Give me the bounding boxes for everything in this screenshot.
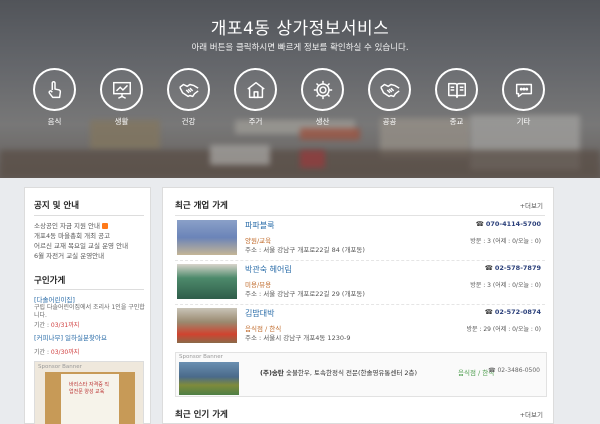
popular-shops-title: 최근 인기 가게 xyxy=(175,410,228,420)
shop-thumbnail xyxy=(177,220,237,255)
category-label: 음식 xyxy=(47,117,62,126)
notice-item-label: 어르신 교재 목요일 교실 운영 안내 xyxy=(34,242,129,250)
divider xyxy=(34,215,144,216)
shop-item[interactable]: 김밥대박 음식점 / 한식 주소 : 서울시 강남구 개포4동 1230-9 ☎… xyxy=(175,307,545,347)
phone-icon: ☎ xyxy=(484,264,493,272)
phone-icon: ☎ xyxy=(475,220,484,228)
divider xyxy=(175,215,545,216)
category-public[interactable]: 공공 xyxy=(368,68,411,127)
shop-name[interactable]: 박관숙 헤어림 xyxy=(245,264,292,275)
sponsor-label: Sponsor Banner xyxy=(38,364,82,370)
category-label: 기타 xyxy=(516,117,531,126)
divider xyxy=(175,260,545,261)
shop-phone: ☎ 070-4114-5700 xyxy=(475,220,541,228)
category-housing[interactable]: 주거 xyxy=(234,68,277,127)
divider xyxy=(34,289,144,290)
sponsor-phone: ☎ 02-3486-0500 xyxy=(488,367,540,374)
sponsor-banner-left[interactable]: Sponsor Banner 바리스타 자격증 직업전문 양성 교육 xyxy=(34,361,144,424)
shop-item[interactable]: 파파블룩 양원/교육 주소 : 서울 강남구 개포로22길 84 (개포동) ☎… xyxy=(175,219,545,259)
category-etc[interactable]: 기타 xyxy=(502,68,545,127)
category-religion[interactable]: 종교 xyxy=(435,68,478,127)
page-title: 개포4동 상가정보서비스 xyxy=(210,19,390,39)
divider xyxy=(175,304,545,305)
shop-address: 주소 : 서울 강남구 개포로22길 29 (개포동) xyxy=(245,290,365,298)
shop-visits: 방문 : 3 (어제 : 0/오늘 : 0) xyxy=(470,238,541,245)
sponsor-label: Sponsor Banner xyxy=(179,354,223,360)
job-date: 기간 : 03/31까지 xyxy=(34,322,80,329)
category-living[interactable]: 생활 xyxy=(100,68,143,127)
handshake-icon xyxy=(368,68,411,111)
hero-banner: 개포4동 상가정보서비스 아래 버튼을 클릭하시면 빠르게 정보를 확인하실 수… xyxy=(0,0,600,178)
job-name[interactable]: [커피나무] 일하실분찾아요 xyxy=(34,332,146,342)
book-icon xyxy=(435,68,478,111)
shop-visits: 방문 : 3 (어제 : 0/오늘 : 0) xyxy=(470,282,541,289)
shop-thumbnail xyxy=(177,264,237,299)
shop-address: 주소 : 서울 강남구 개포로22길 84 (개포동) xyxy=(245,246,365,254)
shop-phone: ☎ 02-578-7879 xyxy=(484,264,541,272)
new-icon xyxy=(102,223,108,229)
left-sidebar: 공지 및 안내 소상공인 자금 지원 안내 개포4동 마을총회 개최 공고 어르… xyxy=(24,187,151,424)
category-health[interactable]: 건강 xyxy=(167,68,210,127)
category-food[interactable]: 음식 xyxy=(33,68,76,127)
notice-item[interactable]: 소상공인 자금 지원 안내 xyxy=(34,221,146,231)
sponsor-banner[interactable]: Sponsor Banner (주)송탄 숯불한우, 토속한정식 전문(한솔영유… xyxy=(175,352,547,397)
job-date: 기간 : 03/30까지 xyxy=(34,349,80,356)
presentation-board-icon xyxy=(100,68,143,111)
sponsor-name: (주)송탄 숯불한우, 토속한정식 전문(한솔영유통센터 2층) xyxy=(260,369,418,377)
notice-item-label: 6월 자전거 교실 운영안내 xyxy=(34,252,105,260)
handshake-icon xyxy=(167,68,210,111)
category-production[interactable]: 생산 xyxy=(301,68,344,127)
phone-icon: ☎ xyxy=(484,308,493,316)
page-subtitle: 아래 버튼을 클릭하시면 빠르게 정보를 확인하실 수 있습니다. xyxy=(191,43,409,53)
recent-shops-title: 최근 개업 가게 xyxy=(175,201,228,211)
hand-pointer-icon xyxy=(33,68,76,111)
category-label: 생산 xyxy=(315,117,330,126)
notice-item-label: 소상공인 자금 지원 안내 xyxy=(34,222,100,230)
jobs-title: 구인가게 xyxy=(34,276,66,286)
shop-visits: 방문 : 29 (어제 : 0/오늘 : 0) xyxy=(466,326,541,333)
main-panel: 최근 개업 가게 +더보기 파파블룩 양원/교육 주소 : 서울 강남구 개포로… xyxy=(162,187,554,424)
category-label: 공공 xyxy=(382,117,397,126)
more-link[interactable]: +더보기 xyxy=(520,200,543,210)
job-item[interactable]: [커피나무] 일하실분찾아요 기간 : 03/30까지 xyxy=(34,332,146,356)
shop-item[interactable]: 박관숙 헤어림 미용/뷰용 주소 : 서울 강남구 개포로22길 29 (개포동… xyxy=(175,263,545,303)
category-label: 건강 xyxy=(181,117,196,126)
shop-address: 주소 : 서울시 강남구 개포4동 1230-9 xyxy=(245,334,351,342)
gear-icon xyxy=(301,68,344,111)
job-name[interactable]: [다솔어린이집] xyxy=(34,294,146,304)
notice-item[interactable]: 어르신 교재 목요일 교실 운영 안내 xyxy=(34,241,146,251)
shop-name[interactable]: 김밥대박 xyxy=(245,308,274,319)
more-link[interactable]: +더보기 xyxy=(520,409,543,419)
notice-item-label: 개포4동 마을총회 개최 공고 xyxy=(34,232,111,240)
category-nav: 음식 생활 건강 주거 생산 공공 종교 기타 xyxy=(33,68,545,127)
shop-phone: ☎ 02-572-0874 xyxy=(484,308,541,316)
notice-list: 소상공인 자금 지원 안내 개포4동 마을총회 개최 공고 어르신 교재 목요일… xyxy=(34,221,146,261)
house-icon xyxy=(234,68,277,111)
speech-bubble-icon xyxy=(502,68,545,111)
sponsor-image xyxy=(179,362,239,395)
job-desc: 구립 다솔어린이집에서 조리사 1인을 구인합니다. xyxy=(34,304,145,319)
job-item[interactable]: [다솔어린이집] 구립 다솔어린이집에서 조리사 1인을 구인합니다. 기간 :… xyxy=(34,294,146,329)
notice-item[interactable]: 6월 자전거 교실 운영안내 xyxy=(34,251,146,261)
notice-item[interactable]: 개포4동 마을총회 개최 공고 xyxy=(34,231,146,241)
category-label: 종교 xyxy=(449,117,464,126)
shop-thumbnail xyxy=(177,308,237,343)
sponsor-text: 바리스타 자격증 직업전문 양성 교육 xyxy=(69,382,109,395)
category-label: 생활 xyxy=(114,117,129,126)
shop-name[interactable]: 파파블룩 xyxy=(245,220,274,231)
notice-title: 공지 및 안내 xyxy=(34,201,80,211)
category-label: 주거 xyxy=(248,117,263,126)
